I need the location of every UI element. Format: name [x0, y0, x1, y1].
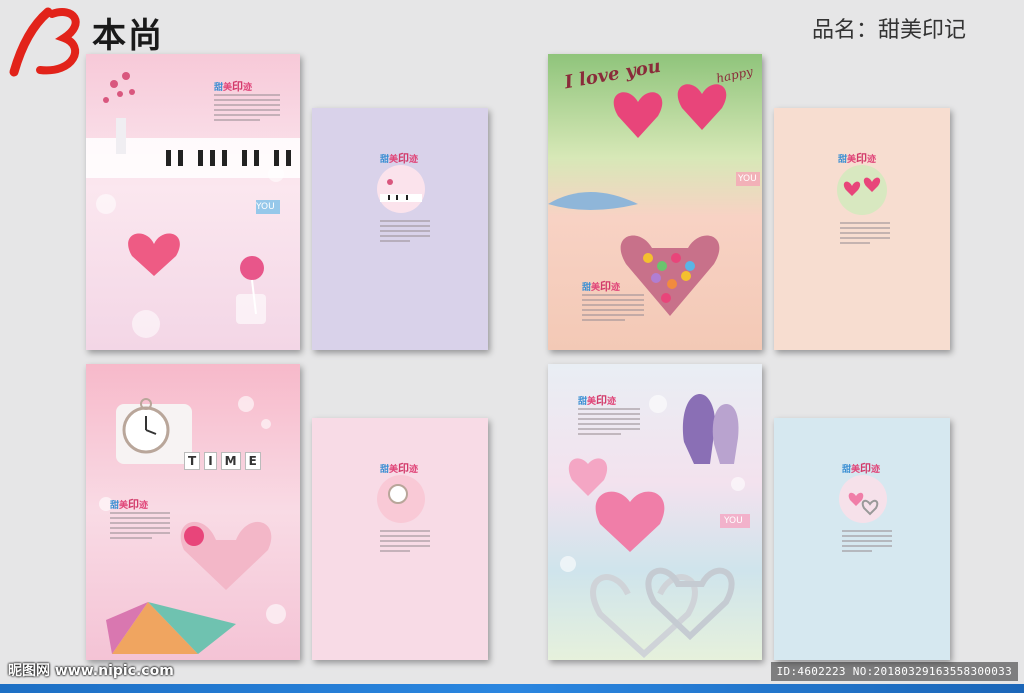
cover-back-light-blue: 甜美印迹 [774, 418, 950, 660]
bottom-strip [0, 684, 1024, 693]
cover-back-light-pink: 甜美印迹 [312, 418, 488, 660]
brand-logo-icon [4, 4, 88, 84]
product-name: 品名：甜美印记 [811, 18, 966, 43]
image-id-watermark: ID:4602223 NO:20180329163558300033 [770, 662, 1018, 681]
cover-front-pink-piano: 甜美印迹 YOU [86, 54, 300, 350]
badge-you-2: YOU [738, 174, 757, 184]
time-tiles: T I M E [184, 452, 261, 470]
nipic-watermark: 昵图网 www.nipic.com [8, 663, 174, 679]
brand-name: 本尚 [92, 16, 164, 56]
cover-back-lavender: 甜美印迹 [312, 108, 488, 350]
badge-you-3: YOU [724, 516, 743, 526]
cover-front-blue-hearts: YOU 甜美印迹 [548, 364, 762, 660]
badge-you: YOU [256, 202, 275, 212]
cover-front-green-hearts: I love you happy YOU 甜美印迹 [548, 54, 762, 350]
cover-back-peach: 甜美印迹 [774, 108, 950, 350]
cover-front-pink-clock: T I M E 甜美印迹 [86, 364, 300, 660]
